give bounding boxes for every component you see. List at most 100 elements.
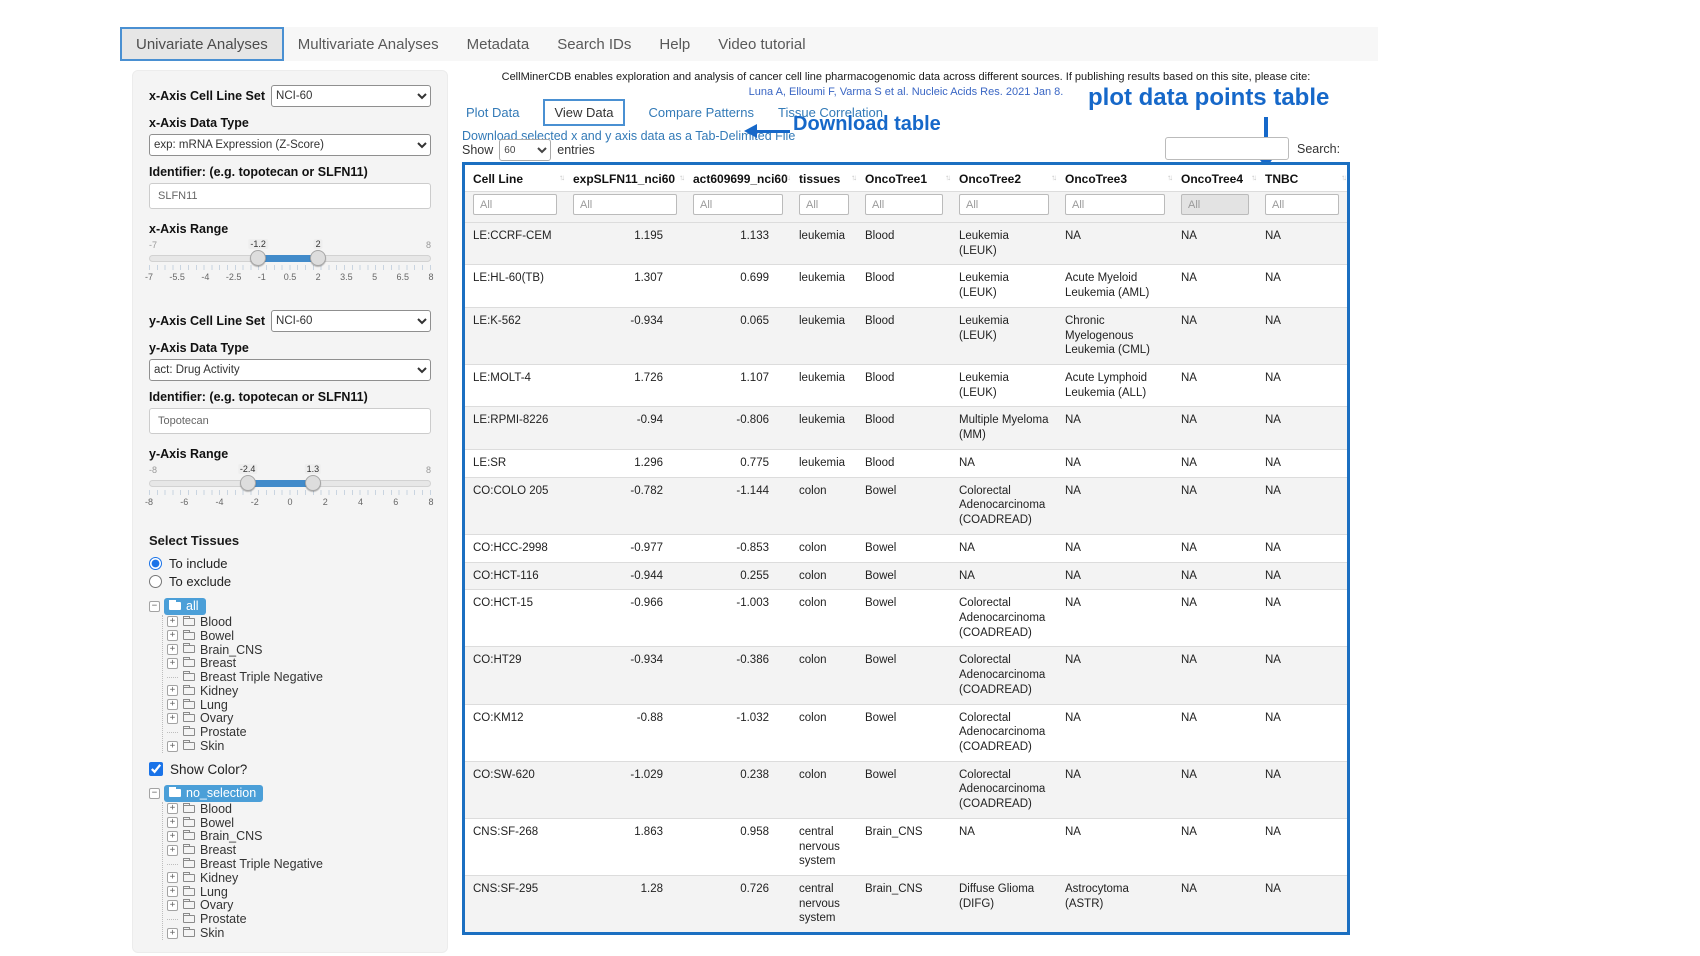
slider-to-handle[interactable] <box>310 250 326 266</box>
filter-input-expslfn11-nci60[interactable] <box>573 194 677 215</box>
nav-tab-metadata[interactable]: Metadata <box>453 27 544 61</box>
tree-item-breast-triple-negative[interactable]: Breast Triple Negative <box>167 670 431 684</box>
column-header-oncotree1[interactable]: OncoTree1↑↓ <box>857 165 951 192</box>
nav-tab-univariate-analyses[interactable]: Univariate Analyses <box>120 27 284 61</box>
entries-select[interactable]: 60 <box>499 139 551 161</box>
expand-icon[interactable]: + <box>167 845 178 856</box>
filter-input-act609699-nci60[interactable] <box>693 194 783 215</box>
slider-from-handle[interactable] <box>250 250 266 266</box>
tissue-include-tree: −all+Blood+Bowel+Brain_CNS+BreastBreast … <box>149 598 431 753</box>
expand-icon[interactable]: + <box>167 616 178 627</box>
tab-view-data[interactable]: View Data <box>543 99 624 126</box>
search-input[interactable] <box>1165 137 1289 160</box>
column-header-expslfn11-nci60[interactable]: expSLFN11_nci60↑↓ <box>565 165 685 192</box>
x-axis-cell-line-set-select[interactable]: NCI-60 <box>271 85 431 107</box>
tree-item-breast[interactable]: +Breast <box>167 656 431 670</box>
tree-item-breast[interactable]: +Breast <box>167 843 431 857</box>
y-axis-cell-line-set-select[interactable]: NCI-60 <box>271 310 431 332</box>
table-cell: LE:SR <box>465 449 565 477</box>
tree-item-blood[interactable]: +Blood <box>167 802 431 816</box>
table-row: LE:K-562-0.9340.065leukemiaBloodLeukemia… <box>465 307 1347 364</box>
nav-tab-search-ids[interactable]: Search IDs <box>543 27 645 61</box>
column-header-oncotree2[interactable]: OncoTree2↑↓ <box>951 165 1057 192</box>
tree-item-bowel[interactable]: +Bowel <box>167 629 431 643</box>
column-header-tissues[interactable]: tissues↑↓ <box>791 165 857 192</box>
nav-tab-help[interactable]: Help <box>645 27 704 61</box>
expand-icon[interactable]: + <box>167 685 178 696</box>
x-axis-data-type-select[interactable]: exp: mRNA Expression (Z-Score) <box>149 134 431 156</box>
table-cell: 0.255 <box>685 562 791 590</box>
collapse-icon[interactable]: − <box>149 788 160 799</box>
slider-from-handle[interactable] <box>240 475 256 491</box>
expand-icon[interactable]: + <box>167 630 178 641</box>
filter-input-tissues[interactable] <box>799 194 849 215</box>
expand-icon[interactable]: + <box>167 699 178 710</box>
x-axis-range-slider[interactable]: -78-1.22-7-5.5-4-2.5-10.523.556.58 <box>149 240 431 284</box>
tree-item-skin[interactable]: +Skin <box>167 739 431 753</box>
tree-item-prostate[interactable]: Prostate <box>167 725 431 739</box>
tree-item-kidney[interactable]: +Kidney <box>167 684 431 698</box>
tree-root-node-no-selection[interactable]: no_selection <box>164 785 263 802</box>
tree-item-blood[interactable]: +Blood <box>167 615 431 629</box>
tree-item-ovary[interactable]: +Ovary <box>167 899 431 913</box>
tree-item-lung[interactable]: +Lung <box>167 698 431 712</box>
table-cell: 0.958 <box>685 818 791 875</box>
table-row: CO:HCT-116-0.9440.255colonBowelNANANANA <box>465 562 1347 590</box>
table-cell: -1.144 <box>685 477 791 534</box>
filter-input-oncotree2[interactable] <box>959 194 1049 215</box>
expand-icon[interactable]: + <box>167 803 178 814</box>
filter-input-oncotree4[interactable] <box>1181 194 1249 215</box>
table-cell: NA <box>1173 407 1257 449</box>
expand-icon[interactable]: + <box>167 928 178 939</box>
column-header-oncotree3[interactable]: OncoTree3↑↓ <box>1057 165 1173 192</box>
expand-icon[interactable]: + <box>167 886 178 897</box>
expand-icon[interactable]: + <box>167 713 178 724</box>
x-axis-identifier-input[interactable] <box>149 183 431 209</box>
tree-item-brain-cns[interactable]: +Brain_CNS <box>167 830 431 844</box>
tree-item-ovary[interactable]: +Ovary <box>167 712 431 726</box>
filter-input-tnbc[interactable] <box>1265 194 1339 215</box>
tree-root-node-all[interactable]: all <box>164 598 206 615</box>
tree-item-prostate[interactable]: Prostate <box>167 912 431 926</box>
table-row: LE:SR1.2960.775leukemiaBloodNANANANA <box>465 449 1347 477</box>
tab-plot-data[interactable]: Plot Data <box>466 105 519 120</box>
column-header-cell-line[interactable]: Cell Line↑↓ <box>465 165 565 192</box>
folder-icon <box>183 888 195 896</box>
column-header-tnbc[interactable]: TNBC↑↓ <box>1257 165 1347 192</box>
show-color-checkbox[interactable] <box>149 762 163 776</box>
expand-icon[interactable]: + <box>167 831 178 842</box>
filter-input-cell-line[interactable] <box>473 194 557 215</box>
expand-icon[interactable]: + <box>167 900 178 911</box>
search-label: Search: <box>1297 142 1340 156</box>
column-header-act609699-nci60[interactable]: act609699_nci60↑↓ <box>685 165 791 192</box>
tissue-option-radio-to-include[interactable] <box>149 557 162 570</box>
expand-icon[interactable]: + <box>167 644 178 655</box>
expand-icon[interactable]: + <box>167 658 178 669</box>
tree-item-kidney[interactable]: +Kidney <box>167 871 431 885</box>
expand-icon[interactable]: + <box>167 872 178 883</box>
filter-input-oncotree1[interactable] <box>865 194 943 215</box>
slider-to-handle[interactable] <box>305 475 321 491</box>
collapse-icon[interactable]: − <box>149 601 160 612</box>
tree-item-bowel[interactable]: +Bowel <box>167 816 431 830</box>
filter-input-oncotree3[interactable] <box>1065 194 1165 215</box>
expand-icon[interactable]: + <box>167 741 178 752</box>
tree-item-lung[interactable]: +Lung <box>167 885 431 899</box>
nav-tab-multivariate-analyses[interactable]: Multivariate Analyses <box>284 27 453 61</box>
sort-icon: ↑↓ <box>1167 173 1171 182</box>
column-header-oncotree4[interactable]: OncoTree4↑↓ <box>1173 165 1257 192</box>
y-axis-range-slider[interactable]: -88-2.41.3-8-6-4-202468 <box>149 465 431 509</box>
y-axis-data-type-select[interactable]: act: Drug Activity <box>149 359 431 381</box>
y-axis-identifier-input[interactable] <box>149 408 431 434</box>
table-row: CO:HT29-0.934-0.386colonBowelColorectal … <box>465 647 1347 704</box>
table-cell: -0.966 <box>565 590 685 647</box>
table-cell: Bowel <box>857 647 951 704</box>
nav-tab-video-tutorial[interactable]: Video tutorial <box>704 27 819 61</box>
tree-item-skin[interactable]: +Skin <box>167 926 431 940</box>
x-axis-data-type-label: x-Axis Data Type <box>149 116 431 130</box>
tab-compare-patterns[interactable]: Compare Patterns <box>649 105 755 120</box>
tree-item-brain-cns[interactable]: +Brain_CNS <box>167 643 431 657</box>
tree-item-breast-triple-negative[interactable]: Breast Triple Negative <box>167 857 431 871</box>
tissue-option-radio-to-exclude[interactable] <box>149 575 162 588</box>
expand-icon[interactable]: + <box>167 817 178 828</box>
